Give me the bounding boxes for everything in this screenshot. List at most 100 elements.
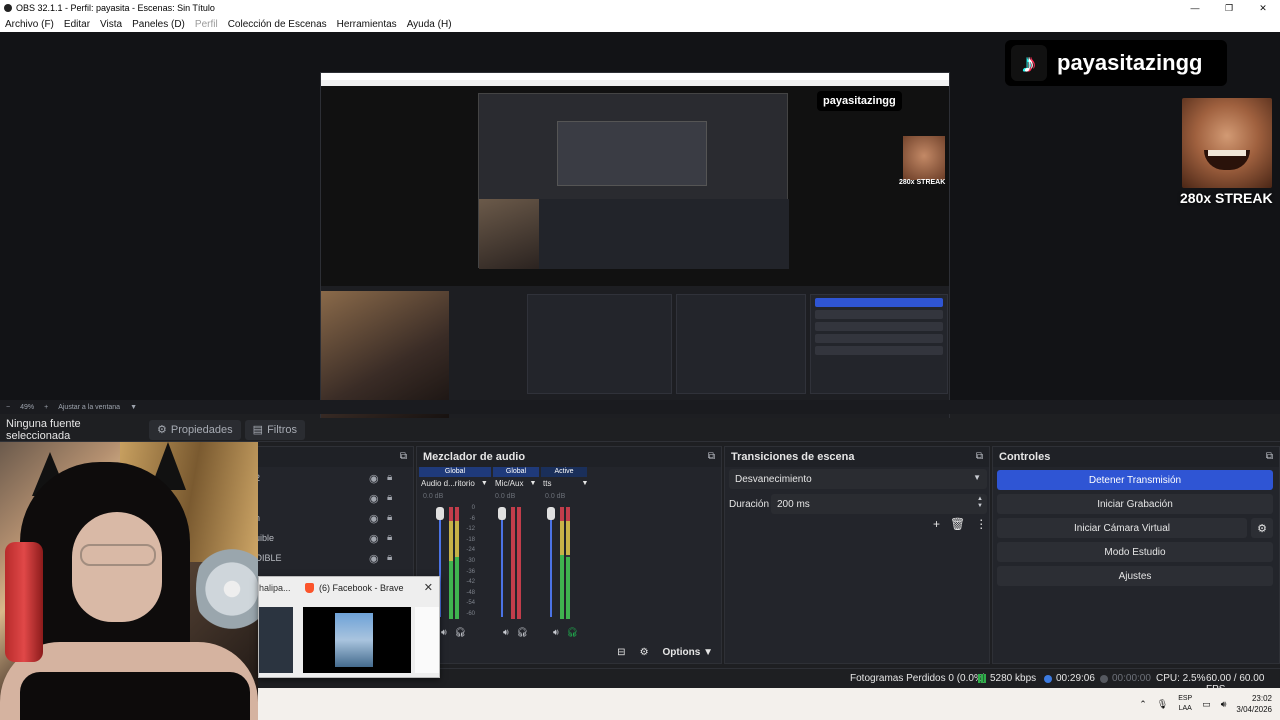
properties-button[interactable]: ⚙ Propiedades — [149, 419, 241, 440]
brave-icon — [305, 583, 314, 593]
virtual-camera-settings-button[interactable]: ⚙ — [1251, 518, 1273, 538]
source-row[interactable]: OIBLE ◉ 🔒︎ — [255, 549, 405, 569]
db-tick: -48 — [466, 589, 475, 596]
fader-knob[interactable] — [547, 507, 555, 520]
level-meter — [517, 507, 521, 619]
undock-icon[interactable]: ⧉ — [400, 451, 407, 462]
add-icon[interactable]: + — [933, 517, 940, 531]
webcam-microphone — [5, 542, 43, 662]
studio-mode-button[interactable]: Modo Estudio — [997, 542, 1273, 562]
transition-select[interactable]: Desvanecimiento ▼ — [729, 469, 987, 489]
mixer-channel-name[interactable]: Mic/Aux ▼ — [495, 479, 536, 488]
options-button[interactable]: Options ▼ — [663, 647, 713, 658]
lock-icon[interactable]: 🔒︎ — [387, 552, 392, 563]
eye-icon[interactable]: ◉ — [369, 472, 379, 485]
headphones-icon[interactable]: 🎧︎ — [517, 627, 528, 638]
speaker-icon[interactable]: 🔊︎ — [441, 627, 447, 638]
trash-icon[interactable]: 🗑︎ — [950, 517, 965, 531]
advanced-audio-icon[interactable]: ⚙ — [640, 647, 649, 658]
language-indicator[interactable]: ESP LAA — [1178, 694, 1192, 714]
duration-input[interactable]: 200 ms ▲ ▼ — [771, 494, 987, 514]
lock-icon[interactable]: 🔒︎ — [387, 512, 392, 523]
more-icon[interactable]: ⋮ — [975, 517, 987, 531]
nested-meme-image — [903, 136, 945, 180]
volume-fader[interactable] — [547, 507, 555, 617]
source-row[interactable]: 2 ◉ 🔒︎ — [255, 469, 405, 489]
start-virtual-camera-button[interactable]: Iniciar Cámara Virtual — [997, 518, 1247, 538]
undock-icon[interactable]: ⧉ — [1266, 451, 1273, 462]
stop-stream-button[interactable]: Detener Transmisión — [997, 470, 1273, 490]
chevron-down-icon[interactable]: ▼ — [481, 480, 488, 487]
preview-area[interactable]: payasitazingg 280x STREAK ♪ payasitazing… — [0, 32, 1280, 427]
speaker-icon[interactable]: 🔊︎ — [553, 627, 559, 638]
eye-icon[interactable]: ◉ — [369, 552, 379, 565]
chevron-down-icon[interactable]: ▼ — [130, 404, 137, 411]
menu-paneles[interactable]: Paneles (D) — [132, 19, 185, 30]
fader-knob[interactable] — [436, 507, 444, 520]
undock-icon[interactable]: ⧉ — [708, 451, 715, 462]
db-tick: -18 — [466, 536, 475, 543]
layout-icon[interactable]: ⊟ — [617, 647, 625, 658]
properties-label: Propiedades — [170, 423, 233, 436]
taskbar-preview-popup[interactable]: halipa... (6) Facebook - Brave ✕ — [258, 576, 440, 678]
system-tray: ⌃ 🎙︎ ESP LAA ▭ 🔊︎ 23:02 3/04/2026 — [1139, 688, 1272, 720]
network-icon[interactable]: ▭ — [1202, 699, 1211, 710]
db-tick: -12 — [466, 526, 475, 533]
menu-herramientas[interactable]: Herramientas — [337, 19, 397, 30]
sources-dock-title — [255, 447, 413, 467]
eye-icon[interactable]: ◉ — [369, 512, 379, 525]
eye-icon[interactable]: ◉ — [369, 532, 379, 545]
nested-tiktok-overlay: payasitazingg — [817, 91, 902, 111]
lock-icon[interactable]: 🔒︎ — [387, 492, 392, 503]
menu-ayuda[interactable]: Ayuda (H) — [407, 19, 452, 30]
source-row[interactable]: n ◉ 🔒︎ — [255, 509, 405, 529]
preview-canvas[interactable]: payasitazingg 280x STREAK — [320, 72, 950, 427]
minimize-button[interactable]: — — [1178, 0, 1212, 16]
fader-knob[interactable] — [498, 507, 506, 520]
chevron-down-icon[interactable]: ▼ — [581, 480, 588, 487]
microphone-icon[interactable]: 🎙︎ — [1157, 699, 1168, 710]
mixer-channel-name[interactable]: tts ▼ — [543, 479, 588, 488]
clock[interactable]: 23:02 3/04/2026 — [1236, 693, 1272, 715]
headphones-icon[interactable]: 🎧︎ — [455, 627, 466, 638]
zoom-out-button[interactable]: − — [6, 404, 10, 411]
webcam-fan — [196, 534, 258, 644]
popup-thumbnail[interactable] — [303, 607, 411, 673]
eye-icon[interactable]: ◉ — [369, 492, 379, 505]
menu-vista[interactable]: Vista — [100, 19, 122, 30]
zoom-in-button[interactable]: + — [44, 404, 48, 411]
chevron-down-icon[interactable]: ▼ — [529, 480, 536, 487]
nested-inner-webcam — [479, 199, 539, 269]
fader-fill — [501, 516, 503, 617]
source-row[interactable]: ◉ 🔒︎ — [255, 489, 405, 509]
lock-icon[interactable]: 🔒︎ — [387, 472, 392, 483]
settings-button[interactable]: Ajustes — [997, 566, 1273, 586]
headphones-icon[interactable]: 🎧︎ — [567, 627, 578, 638]
zoom-fit-select[interactable]: Ajustar a la ventana — [58, 404, 120, 411]
stream-time: 00:29:06 — [1056, 673, 1095, 684]
source-label: OIBLE — [255, 553, 282, 563]
close-button[interactable]: ✕ — [1246, 0, 1280, 16]
meter-yellow — [566, 521, 570, 555]
menu-coleccion-escenas[interactable]: Colección de Escenas — [228, 19, 327, 30]
volume-icon[interactable]: 🔊︎ — [1221, 699, 1227, 710]
chevron-up-icon[interactable]: ⌃ — [1139, 699, 1147, 710]
title-bar: OBS 32.1.1 - Perfil: payasita - Escenas:… — [0, 0, 1280, 16]
level-meter — [566, 507, 570, 619]
menu-editar[interactable]: Editar — [64, 19, 90, 30]
maximize-button[interactable]: ❐ — [1212, 0, 1246, 16]
filters-button[interactable]: ▤ Filtros — [244, 419, 306, 440]
lock-icon[interactable]: 🔒︎ — [387, 532, 392, 543]
spin-arrows-icon[interactable]: ▲ ▼ — [977, 496, 983, 510]
mixer-channel-name[interactable]: Audio d...ritorio ▼ — [421, 479, 488, 488]
meter-yellow — [449, 521, 453, 561]
channel-name-text: Audio d...ritorio — [421, 479, 475, 488]
volume-fader[interactable] — [498, 507, 506, 617]
close-icon[interactable]: ✕ — [424, 581, 433, 594]
source-row[interactable]: uible ◉ 🔒︎ — [255, 529, 405, 549]
speaker-icon[interactable]: 🔊︎ — [503, 627, 509, 638]
lang-top: ESP — [1178, 695, 1193, 702]
start-recording-button[interactable]: Iniciar Grabación — [997, 494, 1273, 514]
undock-icon[interactable]: ⧉ — [976, 451, 983, 462]
menu-archivo[interactable]: Archivo (F) — [5, 19, 54, 30]
